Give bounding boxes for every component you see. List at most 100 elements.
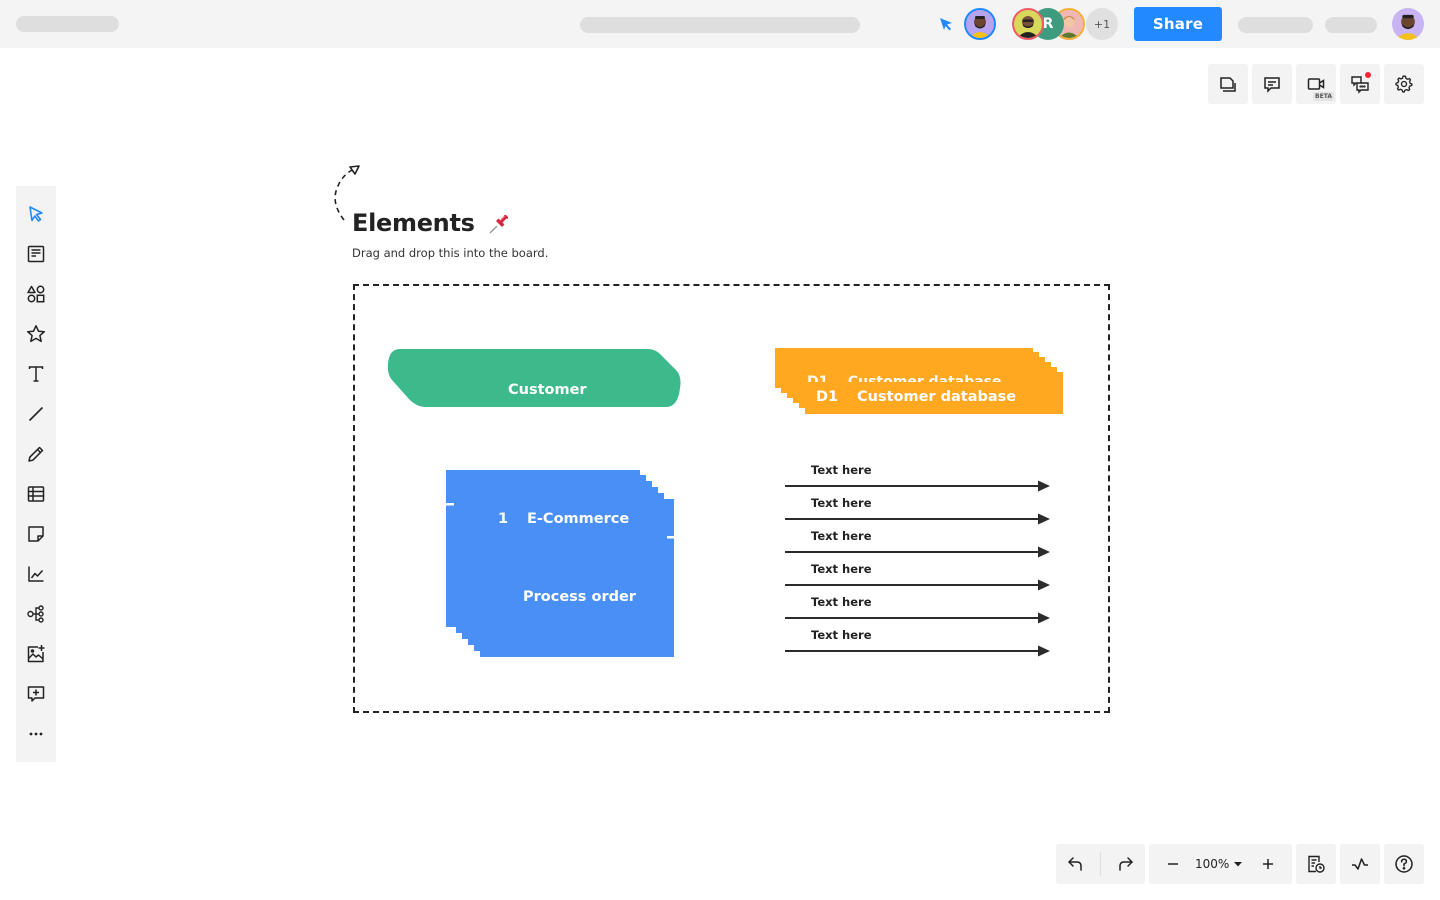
zoom-out-button[interactable] bbox=[1153, 844, 1193, 884]
arrow-label: Text here bbox=[811, 628, 872, 642]
menu-placeholder[interactable] bbox=[1238, 17, 1313, 33]
template-tool[interactable] bbox=[16, 234, 56, 274]
pushpin-icon bbox=[487, 212, 511, 236]
template-icon bbox=[26, 244, 46, 264]
divider bbox=[1100, 852, 1101, 876]
video-call-button[interactable]: BETA bbox=[1296, 64, 1336, 104]
mindmap-icon bbox=[26, 604, 46, 624]
current-user-avatar[interactable] bbox=[964, 8, 996, 40]
undo-button[interactable] bbox=[1056, 844, 1096, 884]
zoom-in-button[interactable] bbox=[1248, 844, 1288, 884]
help[interactable] bbox=[1384, 844, 1424, 884]
plus-icon bbox=[1261, 857, 1275, 871]
version-history-button[interactable] bbox=[1296, 844, 1336, 884]
arrow-label: Text here bbox=[811, 562, 872, 576]
pages-button[interactable] bbox=[1208, 64, 1248, 104]
data-store-ghost-label: D1 Customer database bbox=[807, 374, 1002, 382]
zoom-controls: 100% bbox=[1149, 844, 1292, 884]
process-category: E-Commerce bbox=[527, 511, 630, 527]
comment-icon bbox=[1262, 74, 1282, 94]
version-history[interactable] bbox=[1296, 844, 1336, 884]
pages-icon bbox=[1218, 74, 1238, 94]
data-flow-arrow[interactable] bbox=[785, 578, 1051, 592]
more-icon bbox=[26, 724, 46, 744]
board-title-placeholder[interactable] bbox=[580, 17, 860, 33]
add-comment-tool[interactable] bbox=[16, 674, 56, 714]
redo-button[interactable] bbox=[1105, 844, 1145, 884]
process-label: Process order bbox=[523, 589, 636, 605]
external-entity-shape[interactable]: Customer bbox=[386, 346, 684, 410]
more-tools[interactable] bbox=[16, 714, 56, 754]
activity-button[interactable] bbox=[1340, 844, 1380, 884]
board-title: Elements bbox=[352, 209, 511, 237]
arrow-label: Text here bbox=[811, 529, 872, 543]
profile-avatar[interactable] bbox=[1392, 8, 1424, 40]
collaborator-initial: R bbox=[1042, 16, 1054, 32]
star-icon bbox=[26, 324, 46, 344]
board-name-placeholder[interactable] bbox=[16, 16, 119, 32]
notification-dot bbox=[1365, 72, 1371, 78]
chat-button[interactable] bbox=[1340, 64, 1380, 104]
external-entity-label: Customer bbox=[508, 382, 587, 398]
arrow-label: Text here bbox=[811, 463, 872, 477]
cursor-icon bbox=[27, 205, 45, 223]
data-store-shape[interactable]: D1 Customer database D1 Customer databas… bbox=[775, 348, 1063, 416]
board-subtitle: Drag and drop this into the board. bbox=[352, 246, 549, 260]
activity[interactable] bbox=[1340, 844, 1380, 884]
add-image-icon bbox=[26, 644, 46, 664]
select-tool[interactable] bbox=[16, 194, 56, 234]
collaborator-avatar[interactable] bbox=[1012, 8, 1044, 40]
mindmap-tool[interactable] bbox=[16, 594, 56, 634]
text-tool[interactable] bbox=[16, 354, 56, 394]
history-controls bbox=[1056, 844, 1145, 884]
data-store-id: D1 bbox=[816, 389, 839, 405]
caret-down-icon bbox=[1234, 861, 1243, 867]
add-comment-icon bbox=[26, 684, 46, 704]
history-icon bbox=[1306, 854, 1326, 874]
follow-cursor-icon[interactable] bbox=[938, 16, 954, 32]
title-text: Elements bbox=[352, 209, 475, 237]
process-shape[interactable]: 1 E-Commerce Process order bbox=[446, 470, 675, 657]
line-icon bbox=[26, 404, 46, 424]
table-icon bbox=[26, 484, 46, 504]
more-collaborators-badge[interactable]: +1 bbox=[1086, 8, 1118, 40]
sticky-note-icon bbox=[26, 524, 46, 544]
image-tool[interactable] bbox=[16, 634, 56, 674]
beta-badge: BETA bbox=[1313, 92, 1334, 101]
text-icon bbox=[26, 364, 46, 384]
help-icon bbox=[1394, 854, 1414, 874]
data-flow-arrow[interactable] bbox=[785, 512, 1051, 526]
zoom-level-dropdown[interactable]: 100% bbox=[1195, 844, 1243, 884]
arrow-label: Text here bbox=[811, 595, 872, 609]
redo-icon bbox=[1115, 854, 1135, 874]
process-id: 1 bbox=[498, 511, 509, 527]
chart-icon bbox=[26, 564, 46, 584]
data-flow-arrow[interactable] bbox=[785, 479, 1051, 493]
settings-icon bbox=[1394, 74, 1414, 94]
sticky-note-tool[interactable] bbox=[16, 514, 56, 554]
settings-button[interactable] bbox=[1384, 64, 1424, 104]
activity-icon bbox=[1350, 854, 1370, 874]
zoom-level-value: 100% bbox=[1195, 857, 1230, 871]
table-tool[interactable] bbox=[16, 474, 56, 514]
help-button[interactable] bbox=[1384, 844, 1424, 884]
data-flow-arrow[interactable] bbox=[785, 644, 1051, 658]
top-bar: R +1 Share bbox=[0, 0, 1440, 48]
pen-tool[interactable] bbox=[16, 434, 56, 474]
chart-tool[interactable] bbox=[16, 554, 56, 594]
arrow-label: Text here bbox=[811, 496, 872, 510]
undo-icon bbox=[1066, 854, 1086, 874]
video-icon bbox=[1306, 74, 1326, 94]
comments-button[interactable] bbox=[1252, 64, 1292, 104]
minus-icon bbox=[1166, 857, 1180, 871]
data-flow-arrow[interactable] bbox=[785, 611, 1051, 625]
data-store-label: Customer database bbox=[857, 389, 1017, 405]
left-toolbar bbox=[16, 186, 56, 762]
menu-placeholder[interactable] bbox=[1325, 17, 1377, 33]
stickers-tool[interactable] bbox=[16, 314, 56, 354]
line-tool[interactable] bbox=[16, 394, 56, 434]
share-button[interactable]: Share bbox=[1134, 7, 1222, 41]
shapes-tool[interactable] bbox=[16, 274, 56, 314]
shapes-icon bbox=[26, 284, 46, 304]
data-flow-arrow[interactable] bbox=[785, 545, 1051, 559]
